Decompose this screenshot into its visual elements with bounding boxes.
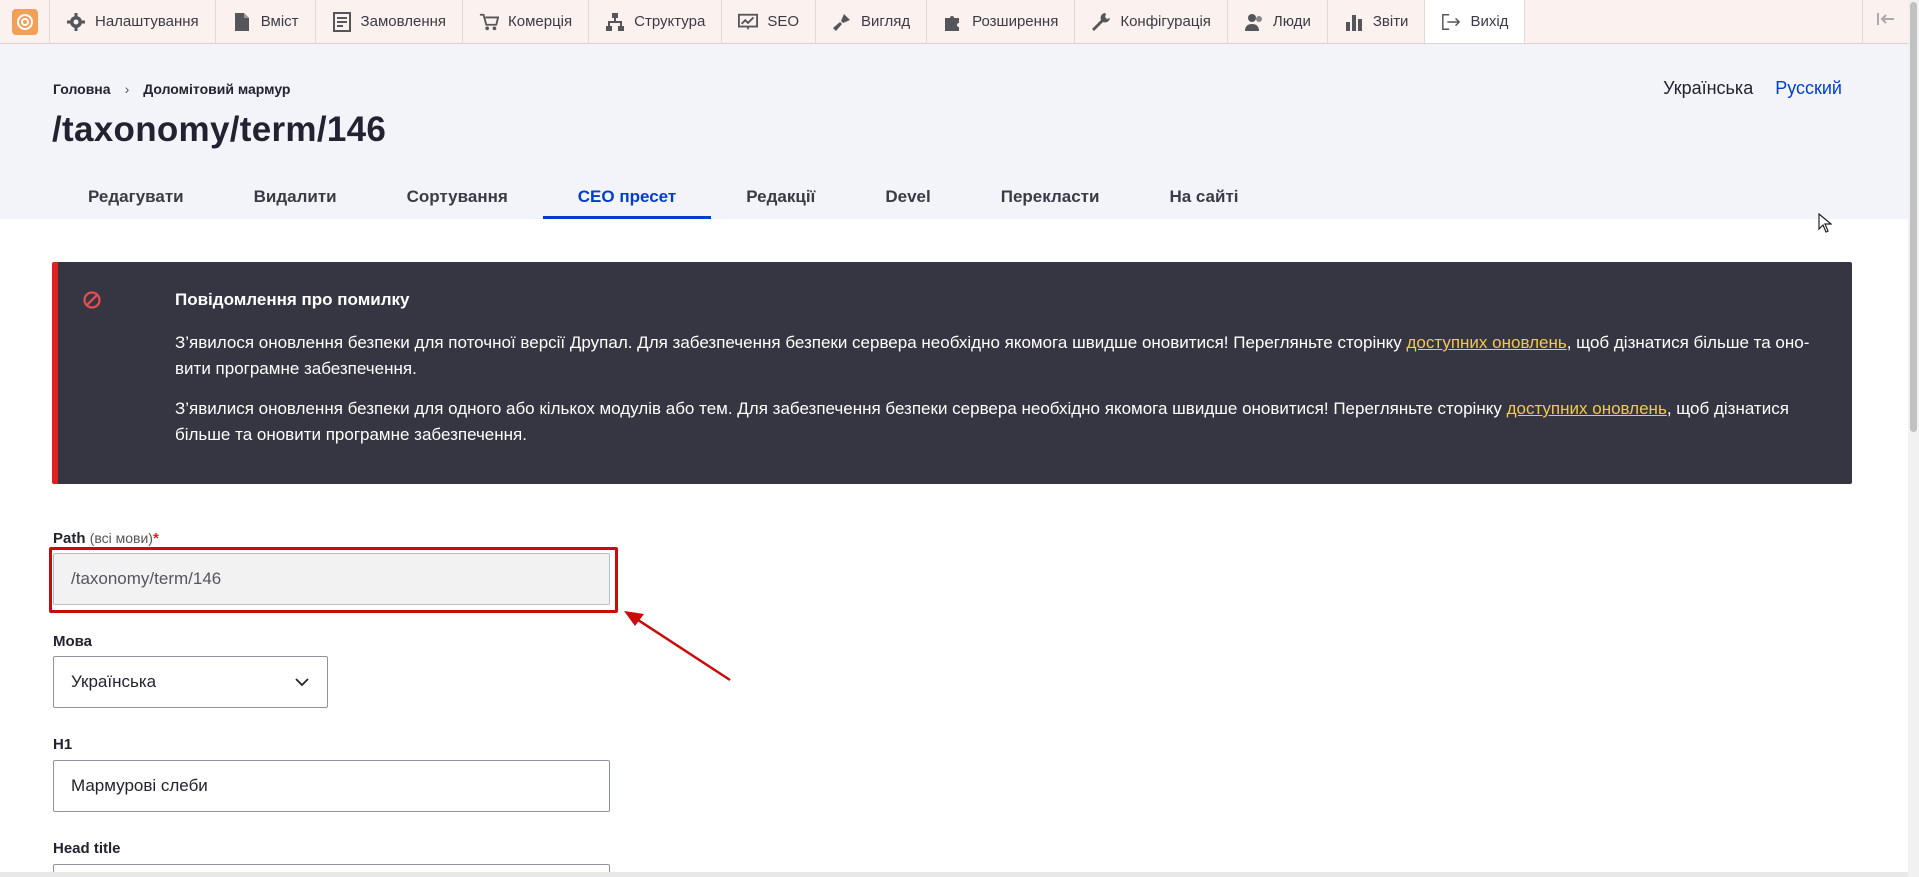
available-updates-link[interactable]: доступних оновлень [1507,399,1667,418]
breadcrumb-separator: › [124,81,130,97]
toolbar-item-appearance[interactable]: Вигляд [816,0,928,43]
toolbar-item-label: Замовлення [360,13,447,30]
toolbar-item-orders[interactable]: Замовлення [316,0,464,43]
page-title: /taxonomy/term/146 [52,110,387,149]
logout-icon [1441,12,1461,32]
head-title-field-label: Head title [53,840,121,857]
gear-icon [66,12,86,32]
toolbar-item-people[interactable]: Люди [1228,0,1328,43]
vertical-scrollbar[interactable] [1908,0,1919,877]
cart-icon [479,12,500,32]
error-message-paragraph: З’явилися оновлення безпеки для одного а… [175,399,1789,444]
document-icon [232,12,252,32]
toolbar-item-label: Вміст [260,13,299,30]
toolbar-item-label: Вихід [1470,13,1509,30]
order-list-icon [332,11,352,32]
local-tasks-tabs: Редагувати Видалити Сортування СЕО пресе… [53,175,1274,219]
toolbar-item-extend[interactable]: Розширення [927,0,1076,43]
error-message-paragraph: З’явилося оновлення безпеки для поточної… [175,333,1810,378]
drupal-logo[interactable] [0,0,50,43]
page-header: Головна › Доломітовий мармур Українська … [0,44,1908,219]
language-russian-link[interactable]: Русский [1775,78,1842,99]
toolbar-item-settings[interactable]: Налаштування [50,0,216,43]
toolbar-item-label: SEO [767,13,799,30]
language-switcher: Українська Русский [1663,78,1842,99]
toolbar-item-content[interactable]: Вміст [216,0,316,43]
toolbar-collapse-button[interactable] [1862,0,1908,43]
toolbar-item-label: Люди [1272,13,1311,30]
horizontal-scrollbar[interactable] [0,872,1908,877]
tab-seo-preset[interactable]: СЕО пресет [542,175,712,219]
toolbar-item-commerce[interactable]: Комерція [463,0,590,43]
brush-icon [832,12,852,32]
required-marker: * [152,530,159,547]
tab-revisions[interactable]: Редакції [711,175,850,219]
structure-icon [605,12,625,32]
tab-devel[interactable]: Devel [850,175,965,219]
toolbar-item-reports[interactable]: Звіти [1328,0,1426,43]
annotation-arrow-icon [620,608,735,688]
breadcrumb-current-link[interactable]: Доломітовий мармур [143,81,290,97]
toolbar-item-label: Налаштування [95,13,199,30]
error-forbidden-icon [82,290,102,310]
toolbar-item-seo[interactable]: SEO [722,0,816,43]
seo-chart-icon [738,12,759,32]
wrench-icon [1091,12,1111,32]
toolbar-item-label: Структура [634,13,706,30]
error-message-body: З’явилося оновлення безпеки для поточної… [175,330,1835,462]
drupal-logo-icon [11,8,38,35]
annotation-highlight-box [49,547,618,613]
toolbar-item-config[interactable]: Конфігурація [1075,0,1228,43]
language-current[interactable]: Українська [1663,78,1753,99]
chevron-down-icon [294,672,310,692]
bar-chart-icon [1344,12,1364,32]
available-updates-link[interactable]: доступних оновлень [1406,333,1566,352]
language-select[interactable]: Українська [53,656,328,708]
puzzle-icon [943,12,963,32]
toolbar-item-label: Конфігурація [1120,13,1211,30]
tab-view-on-site[interactable]: На сайті [1134,175,1273,219]
error-message: Повідомлення про помилку З’явилося оновл… [52,262,1852,484]
toolbar-item-structure[interactable]: Структура [589,0,723,43]
toolbar-item-label: Розширення [972,13,1059,30]
language-field-label: Мова [53,633,93,650]
breadcrumb-home-link[interactable]: Головна [53,81,111,97]
mouse-cursor-icon [1818,212,1833,238]
h1-input[interactable]: Мармурові слеби [53,760,610,812]
breadcrumb: Головна › Доломітовий мармур [53,81,291,97]
tab-sort[interactable]: Сортування [372,175,543,219]
people-icon [1244,12,1264,32]
tab-delete[interactable]: Видалити [219,175,372,219]
tab-edit[interactable]: Редагувати [53,175,219,219]
toolbar-item-label: Вигляд [861,13,911,30]
admin-toolbar: Налаштування Вміст Замовлення Комерція С… [0,0,1908,44]
error-message-title: Повідомлення про помилку [175,290,410,309]
scrollbar-thumb[interactable] [1910,2,1917,432]
toolbar-item-label: Комерція [508,13,573,30]
toolbar-item-label: Звіти [1372,13,1409,30]
toolbar-item-logout[interactable]: Вихід [1425,0,1526,43]
language-select-value: Українська [71,672,157,691]
path-field-hint: (всі мови) [89,530,153,546]
h1-field-label: H1 [53,736,73,753]
h1-input-value: Мармурові слеби [71,776,208,795]
collapse-arrow-icon [1876,11,1896,32]
tab-translate[interactable]: Перекласти [966,175,1135,219]
path-field-label: Path (всі мови)* [53,530,159,547]
